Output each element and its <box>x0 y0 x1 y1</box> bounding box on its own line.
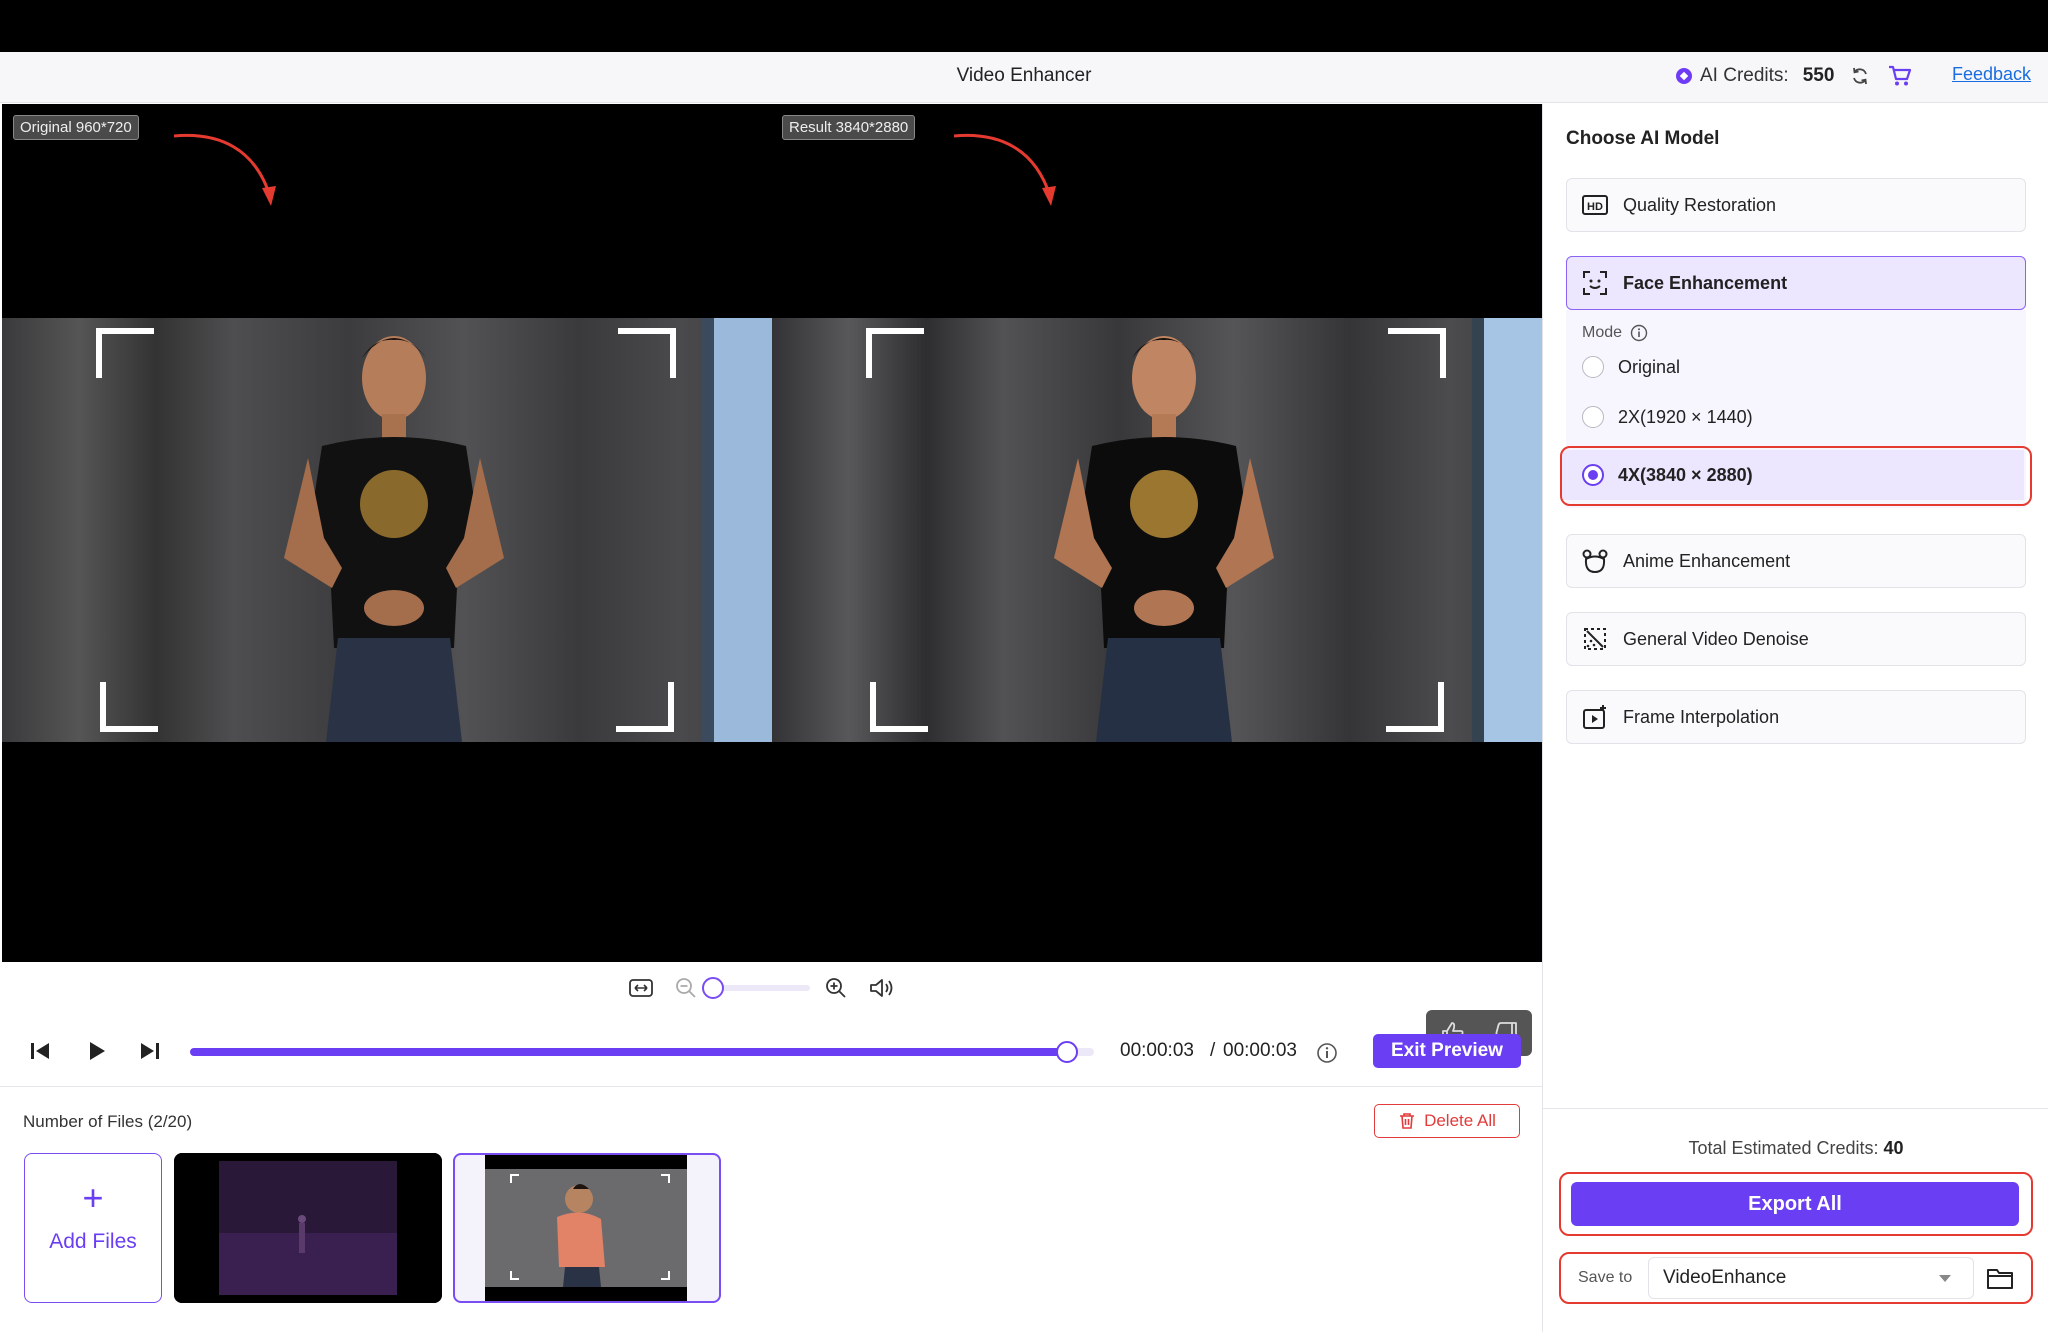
radio-button[interactable] <box>1582 356 1604 378</box>
file-list-area: Number of Files (2/20) Delete All + Add … <box>0 1086 1542 1332</box>
add-files-label: Add Files <box>49 1230 137 1253</box>
refresh-icon[interactable] <box>1850 66 1870 86</box>
zoom-slider-handle[interactable] <box>702 977 724 999</box>
anime-icon <box>1582 549 1608 574</box>
model-face-enhancement[interactable]: Face Enhancement <box>1566 256 2026 310</box>
chevron-down-icon <box>1939 1275 1951 1282</box>
red-arrow-icon <box>173 133 276 206</box>
volume-icon[interactable] <box>868 976 896 1000</box>
hd-icon: HD <box>1582 195 1608 215</box>
red-arrow-icon <box>953 133 1056 206</box>
model-label: Quality Restoration <box>1623 194 1777 215</box>
progress-handle[interactable] <box>1055 1041 1078 1063</box>
mode-option-label: 2X(1920 × 1440) <box>1618 406 1753 427</box>
face-scan-icon <box>1583 271 1607 295</box>
save-to-label: Save to <box>1578 1269 1633 1286</box>
denoise-icon <box>1584 628 1606 650</box>
model-frame-interpolation[interactable]: Frame Interpolation <box>1566 690 2026 744</box>
highlight-box <box>1560 446 2032 506</box>
mode-option-2x[interactable]: 2X(1920 × 1440) <box>1582 406 1753 428</box>
fit-width-icon[interactable] <box>628 977 654 999</box>
exit-preview-button[interactable]: Exit Preview <box>1373 1034 1521 1068</box>
mode-label: Mode <box>1582 324 1648 342</box>
model-general-video-denoise[interactable]: General Video Denoise <box>1566 612 2026 666</box>
playback-controls: 00:00:03 / 00:00:03 Exit Preview <box>22 1034 1522 1068</box>
model-label: Face Enhancement <box>1623 272 1788 293</box>
total-estimated-credits: Total Estimated Credits: 40 <box>1543 1138 2048 1159</box>
mode-option-original[interactable]: Original <box>1582 356 1680 378</box>
time-separator: / <box>1210 1040 1216 1061</box>
result-resolution-tag: Result 3840*2880 <box>782 115 916 140</box>
frame-interpolation-icon <box>1583 705 1606 729</box>
current-time: 00:00:03 <box>1120 1040 1194 1061</box>
previous-frame-icon[interactable] <box>28 1040 52 1062</box>
credits-label: AI Credits: <box>1700 65 1789 86</box>
sidebar-divider <box>1543 1108 2048 1109</box>
progress-fill <box>190 1048 1067 1056</box>
info-icon[interactable] <box>1630 324 1648 342</box>
ai-model-sidebar: Choose AI Model HD Quality Restoration F… <box>1542 104 2048 1332</box>
save-to-row: Save to VideoEnhance <box>1566 1255 2026 1301</box>
zoom-out-icon[interactable] <box>674 976 698 1000</box>
add-files-button[interactable]: + Add Files <box>24 1153 162 1303</box>
sidebar-title: Choose AI Model <box>1566 128 1720 149</box>
zoom-in-icon[interactable] <box>824 976 848 1000</box>
credits-icon <box>1676 68 1692 84</box>
result-video-frame <box>772 318 1542 742</box>
export-all-button[interactable]: Export All <box>1571 1182 2019 1226</box>
total-credits-label: Total Estimated Credits: <box>1688 1138 1879 1158</box>
delete-all-button[interactable]: Delete All <box>1374 1104 1520 1138</box>
window-top-bar <box>0 0 2048 52</box>
video-preview: Original 960*720 Result 3840*2880 <box>2 104 1542 1056</box>
ai-credits: AI Credits: 550 <box>1676 65 1912 87</box>
files-count-label: Number of Files (2/20) <box>23 1112 193 1131</box>
save-to-value: VideoEnhance <box>1663 1267 1787 1288</box>
file-thumbnail-selected[interactable] <box>453 1153 721 1303</box>
model-label: Anime Enhancement <box>1623 550 1791 571</box>
total-time: 00:00:03 <box>1223 1040 1297 1061</box>
credits-value: 550 <box>1802 65 1835 86</box>
radio-button[interactable] <box>1582 406 1604 428</box>
model-anime-enhancement[interactable]: Anime Enhancement <box>1566 534 2026 588</box>
app-header: Video Enhancer AI Credits: 550 Feedback <box>0 52 2048 103</box>
next-frame-icon[interactable] <box>138 1040 162 1062</box>
file-thumbnail[interactable] <box>174 1153 442 1303</box>
folder-icon[interactable] <box>1986 1266 2014 1290</box>
zoom-slider[interactable] <box>702 977 810 999</box>
zoom-controls <box>628 976 896 1000</box>
original-video-frame <box>2 318 772 742</box>
model-quality-restoration[interactable]: HD Quality Restoration <box>1566 178 2026 232</box>
model-label: General Video Denoise <box>1623 628 1809 649</box>
trash-icon <box>1400 1113 1415 1129</box>
svg-text:HD: HD <box>1587 201 1603 213</box>
play-icon[interactable] <box>86 1040 108 1062</box>
mode-label-text: Mode <box>1582 324 1623 341</box>
plus-icon: + <box>82 1177 104 1218</box>
feedback-link[interactable]: Feedback <box>1952 64 2031 85</box>
original-resolution-tag: Original 960*720 <box>13 115 139 140</box>
mode-option-label: Original <box>1618 356 1681 377</box>
delete-all-label: Delete All <box>1424 1111 1496 1130</box>
total-credits-value: 40 <box>1883 1138 1904 1158</box>
cart-icon[interactable] <box>1888 65 1912 87</box>
progress-bar[interactable] <box>190 1041 1094 1063</box>
save-to-dropdown[interactable]: VideoEnhance <box>1648 1257 1974 1299</box>
info-icon[interactable] <box>1316 1042 1338 1064</box>
model-label: Frame Interpolation <box>1623 706 1780 727</box>
